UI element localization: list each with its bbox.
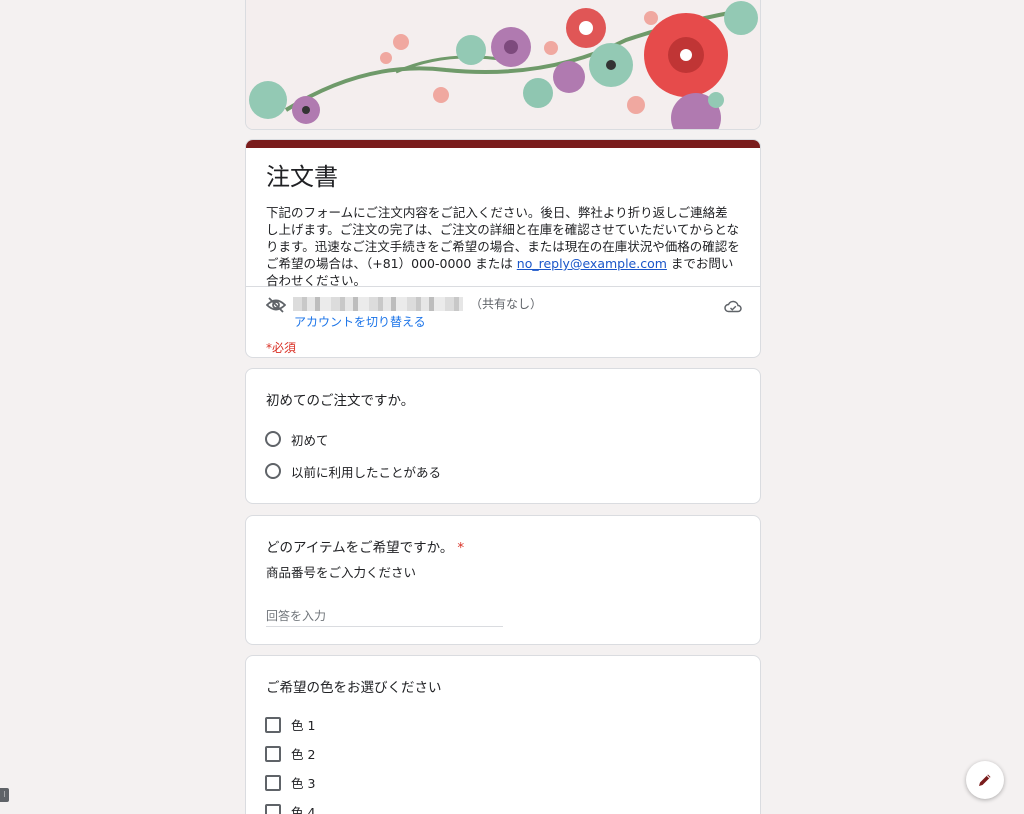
option-label: 色 4	[291, 805, 316, 814]
account-row: （共有なし） アカウントを切り替える	[246, 287, 760, 331]
question-subtitle: 商品番号をご入力ください	[266, 565, 417, 580]
checkbox[interactable]	[265, 745, 281, 762]
accent-bar	[246, 140, 760, 148]
eye-off-icon	[266, 297, 286, 313]
required-note: *必須	[266, 341, 297, 355]
answer-input[interactable]: 回答を入力	[266, 607, 503, 627]
side-panel-tab[interactable]: ⁝	[0, 788, 9, 802]
checkbox-option-color-1[interactable]: 色 1	[246, 710, 760, 739]
question-title: 初めてのご注文ですか。	[266, 393, 415, 409]
contact-email-link[interactable]: no_reply@example.com	[517, 256, 667, 271]
checkbox-option-color-4[interactable]: 色 4	[246, 797, 760, 814]
pencil-icon	[979, 774, 991, 786]
checkbox[interactable]	[265, 803, 281, 814]
edit-button[interactable]	[966, 761, 1004, 799]
question-first-order: 初めてのご注文ですか。 初めて 以前に利用したことがある	[245, 368, 761, 504]
not-shared-label: （共有なし）	[470, 297, 543, 311]
checkbox-option-color-2[interactable]: 色 2	[246, 739, 760, 768]
required-asterisk: *	[457, 540, 465, 556]
radio-button[interactable]	[265, 431, 281, 447]
checkbox[interactable]	[265, 716, 281, 733]
question-color: ご希望の色をお選びください 色 1 色 2 色 3 色 4	[245, 655, 761, 814]
question-title: ご希望の色をお選びください	[266, 680, 442, 696]
radio-option-returning[interactable]: 以前に利用したことがある	[246, 455, 760, 487]
form-header-card: 注文書 下記のフォームにご注文内容をご記入ください。後日、弊社より折り返しご連絡…	[245, 139, 761, 358]
redacted-email	[293, 297, 463, 311]
option-label: 初めて	[291, 432, 329, 448]
radio-button[interactable]	[265, 463, 281, 479]
question-item: どのアイテムをご希望ですか。 * 商品番号をご入力ください 回答を入力	[245, 515, 761, 645]
floral-banner-image	[246, 0, 760, 129]
header-banner	[245, 0, 761, 130]
form-description: 下記のフォームにご注文内容をご記入ください。後日、弊社より折り返しご連絡差し上げ…	[266, 205, 740, 288]
option-label: 色 2	[291, 747, 316, 762]
checkbox[interactable]	[265, 774, 281, 791]
option-label: 色 3	[291, 776, 316, 791]
question-title: どのアイテムをご希望ですか。 *	[266, 540, 465, 556]
radio-option-first[interactable]: 初めて	[246, 423, 760, 455]
form-title: 注文書	[266, 163, 338, 191]
switch-account-link[interactable]: アカウントを切り替える	[294, 313, 426, 330]
cloud-saved-icon	[724, 300, 742, 313]
option-label: 以前に利用したことがある	[291, 464, 442, 480]
option-label: 色 1	[291, 718, 316, 733]
checkbox-option-color-3[interactable]: 色 3	[246, 768, 760, 797]
